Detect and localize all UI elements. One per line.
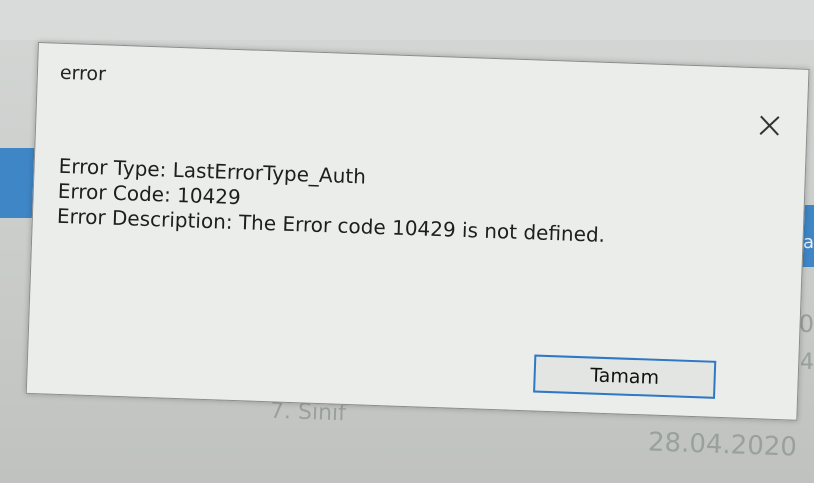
error-dialog: error Error Type: LastErrorType_Auth Err… <box>25 42 810 421</box>
background-window-header <box>0 0 814 40</box>
background-label-date: 28.04.2020 <box>647 427 798 463</box>
close-icon <box>759 115 780 136</box>
dialog-title: error <box>59 61 107 86</box>
close-button[interactable] <box>752 108 787 143</box>
error-message: Error Type: LastErrorType_Auth Error Cod… <box>56 154 607 248</box>
ok-button[interactable]: Tamam <box>533 354 717 399</box>
